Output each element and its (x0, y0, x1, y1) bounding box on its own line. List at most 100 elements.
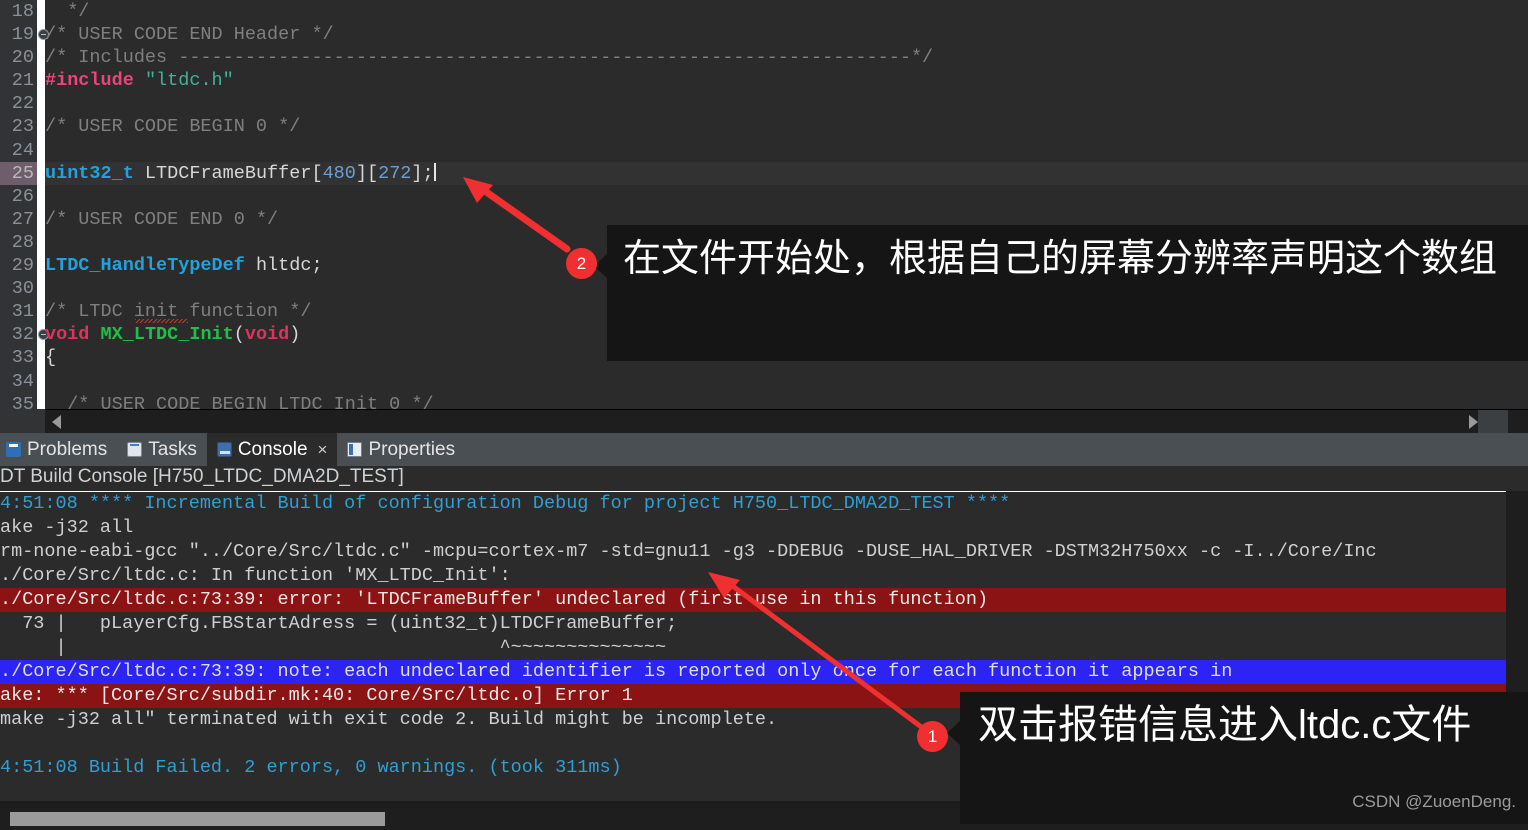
line-code: #include "ltdc.h" (45, 69, 234, 92)
line-number: 23 (11, 116, 34, 138)
tab-label: Properties (368, 438, 456, 460)
editor-line[interactable]: 20 /* Includes --------------------------… (0, 46, 1528, 69)
console-line[interactable]: | ^~~~~~~~~~~~~~~ (0, 636, 1528, 660)
code-token: ) (289, 324, 301, 346)
editor-line[interactable]: 34 (0, 370, 1528, 393)
code-token: MX_LTDC_Init (100, 324, 234, 346)
console-title: DT Build Console [H750_LTDC_DMA2D_TEST] (0, 466, 1528, 491)
line-number: 24 (11, 139, 34, 161)
code-token: /* USER CODE BEGIN LTDC_Init 0 */ (45, 393, 434, 409)
annotation-1-text: 双击报错信息进入ltdc.c文件 (978, 703, 1472, 747)
tab-problems[interactable]: Problems (0, 433, 117, 466)
code-token: void (45, 324, 90, 346)
line-number: 18 (11, 1, 34, 22)
editor-horizontal-scrollbar[interactable] (45, 409, 1528, 434)
line-number: 27 (11, 208, 34, 230)
editor-line[interactable]: 19 /* USER CODE END Header */ (0, 23, 1528, 46)
annotation-1-tail (947, 720, 961, 746)
line-code: /* USER CODE END Header */ (45, 23, 334, 46)
bottom-scroll-thumb[interactable] (10, 812, 385, 826)
code-token: { (45, 347, 57, 369)
editor-line[interactable]: 23 /* USER CODE BEGIN 0 */ (0, 115, 1528, 138)
text-caret (433, 162, 436, 181)
line-number: 28 (11, 231, 34, 253)
tab-tasks[interactable]: Tasks (117, 433, 207, 466)
editor-line[interactable]: 21 #include "ltdc.h" (0, 69, 1528, 92)
annotation-2-box: 在文件开始处，根据自己的屏幕分辨率声明这个数组 (594, 225, 1528, 361)
line-code: /* USER CODE END 0 */ (45, 208, 278, 231)
line-code: void MX_LTDC_Init(void) (45, 323, 300, 346)
tab-properties[interactable]: Properties (337, 433, 465, 466)
code-token: ]; (411, 162, 434, 184)
line-number: 33 (11, 347, 34, 369)
view-tab-bar: Problems Tasks Console × Properties (0, 433, 1528, 466)
code-token: #include (45, 70, 134, 92)
scroll-right-arrow-icon[interactable] (1469, 415, 1478, 429)
code-token: /* USER CODE BEGIN 0 */ (45, 116, 301, 138)
line-code: uint32_t LTDCFrameBuffer[480][272]; (45, 161, 1528, 185)
editor-line[interactable]: 35 /* USER CODE BEGIN LTDC_Init 0 */ (0, 393, 1528, 409)
console-line[interactable]: ./Core/Src/ltdc.c: In function 'MX_LTDC_… (0, 564, 1528, 588)
code-token: /* USER CODE END 0 */ (45, 208, 279, 230)
tab-close-icon[interactable]: × (318, 440, 328, 460)
annotation-2-badge: 2 (566, 248, 597, 279)
editor-line[interactable]: 25 uint32_t LTDCFrameBuffer[480][272]; (0, 161, 1528, 185)
line-number: 25 (0, 161, 37, 185)
line-number: 19 (11, 24, 34, 46)
code-token: /* USER CODE END Header */ (45, 24, 334, 46)
ide-window: 18 */19/* USER CODE END Header */20/* In… (0, 0, 1528, 830)
line-number: 29 (11, 255, 34, 277)
properties-icon (347, 442, 363, 457)
scroll-left-arrow-icon[interactable] (52, 415, 61, 429)
console-line[interactable]: 73 | pLayerCfg.FBStartAdress = (uint32_t… (0, 612, 1528, 636)
line-number: 31 (11, 301, 34, 323)
line-number: 30 (11, 278, 34, 300)
line-code: LTDC_HandleTypeDef hltdc; (45, 254, 323, 277)
tab-label: Problems (27, 438, 108, 460)
code-token: 272 (378, 162, 412, 184)
problems-icon (6, 442, 21, 457)
editor-scroll-corner (1478, 410, 1508, 434)
tab-console[interactable]: Console × (206, 433, 338, 466)
line-code: /* Includes ----------------------------… (45, 46, 933, 69)
watermark: CSDN @ZuoenDeng. (1352, 792, 1516, 811)
code-token: uint32_t (45, 162, 134, 184)
editor-scroll-left-pad (0, 409, 45, 433)
console-icon (216, 442, 232, 457)
editor-line[interactable]: 24 (0, 139, 1528, 162)
code-token: void (244, 324, 290, 346)
tab-label: Tasks (148, 438, 197, 460)
tab-label: Console (237, 438, 308, 460)
code-token: */ (45, 1, 90, 22)
code-token: hltdc; (244, 255, 323, 277)
code-token: /* Includes ----------------------------… (45, 47, 934, 69)
line-number: 34 (11, 370, 34, 392)
line-code: */ (45, 0, 89, 23)
editor-line[interactable]: 26 (0, 185, 1528, 208)
line-number: 21 (11, 70, 34, 92)
console-line[interactable]: ./Core/Src/ltdc.c:73:39: error: 'LTDCFra… (0, 588, 1528, 612)
tasks-icon (127, 442, 143, 457)
code-token: ][ (355, 162, 379, 184)
editor-line[interactable]: 22 (0, 92, 1528, 115)
editor-line[interactable]: 18 */ (0, 0, 1528, 23)
line-number: 32 (11, 324, 34, 346)
annotation-2-text: 在文件开始处，根据自己的屏幕分辨率声明这个数组 (623, 238, 1498, 280)
line-number: 26 (11, 185, 34, 207)
line-number: 20 (11, 47, 34, 69)
console-line[interactable]: 4:51:08 **** Incremental Build of config… (0, 492, 1528, 516)
line-code: { (45, 346, 56, 369)
annotation-1-badge: 1 (917, 721, 948, 752)
line-code: /* USER CODE BEGIN LTDC_Init 0 */ (45, 393, 434, 409)
console-line[interactable]: ./Core/Src/ltdc.c:73:39: note: each unde… (0, 660, 1528, 684)
console-line[interactable]: rm-none-eabi-gcc "../Core/Src/ltdc.c" -m… (0, 540, 1528, 564)
line-number: 35 (11, 393, 34, 409)
line-number: 22 (11, 93, 34, 115)
code-token: "ltdc.h" (144, 70, 234, 92)
code-token: LTDCFrameBuffer[ (133, 162, 323, 184)
spellcheck-squiggle (135, 319, 188, 324)
code-token: LTDC_HandleTypeDef (45, 255, 245, 277)
console-line[interactable]: ake -j32 all (0, 516, 1528, 540)
